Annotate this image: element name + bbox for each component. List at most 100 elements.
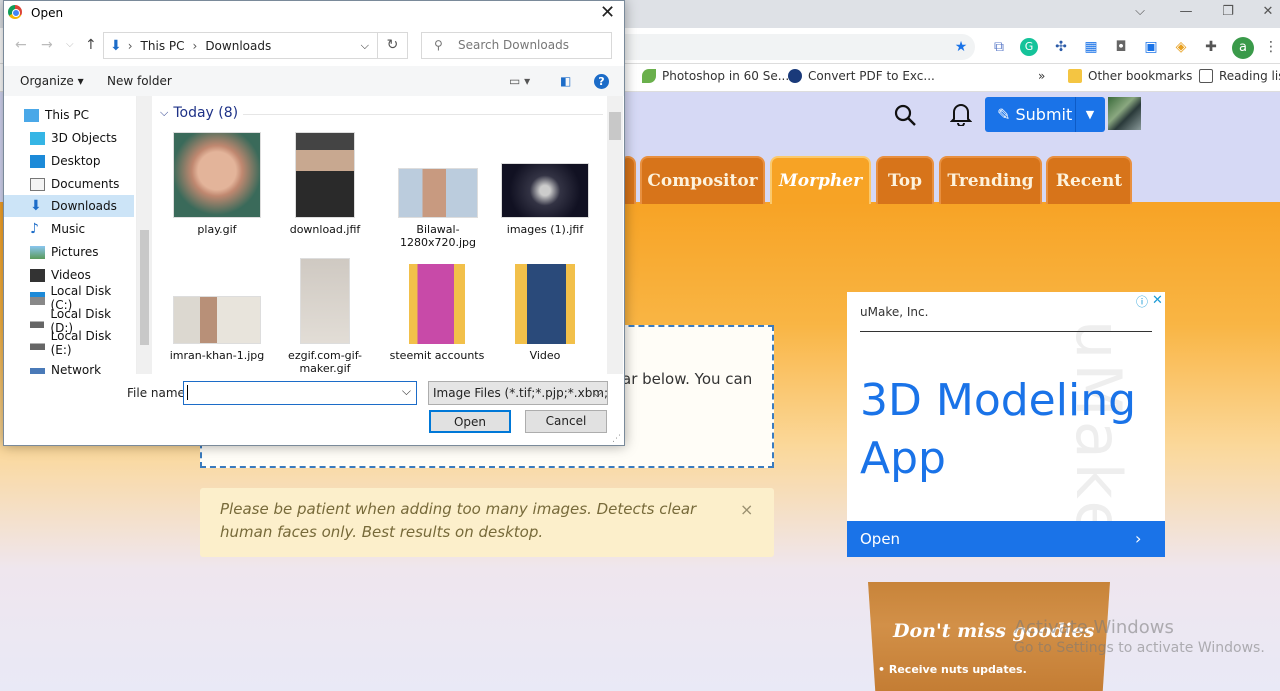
nav-item-downloads[interactable]: ⬇ Downloads [4,195,134,217]
submit-label: ✎ Submit [997,105,1073,124]
file-imran-khan-jpg[interactable]: imran-khan-1.jpg [168,296,266,374]
user-avatar[interactable] [1108,97,1141,130]
refresh-icon[interactable]: ↻ [378,32,408,59]
nav-item-desktop[interactable]: Desktop [4,150,134,172]
file-thumbnail [173,296,261,344]
profile-avatar[interactable]: a [1232,37,1254,59]
notice-close-icon[interactable]: × [740,500,753,519]
bookmark-photoshop[interactable]: Photoshop in 60 Se... [642,69,789,83]
nav-item-pictures[interactable]: Pictures [4,241,134,263]
help-icon[interactable]: ? [594,74,609,89]
file-thumbnail [173,132,261,218]
bell-icon[interactable] [950,102,972,126]
search-downloads-input[interactable]: ⚲ Search Downloads [421,32,612,59]
leaf-icon [642,69,656,83]
dialog-title: Open [31,6,64,20]
bookmark-reading-list[interactable]: Reading list [1199,69,1280,83]
view-options-icon[interactable]: ▭ ▾ [509,74,530,88]
nav-item-documents[interactable]: Documents [4,173,134,195]
nav-item-local-disk-c[interactable]: Local Disk (C:) [4,284,134,312]
file-bilawal-jpg[interactable]: Bilawal-1280x720.jpg [388,168,488,249]
chevron-down-icon[interactable]: ⌵ [361,39,369,53]
file-images-1-jfif[interactable]: images (1).jfif [496,163,594,236]
file-play-gif[interactable]: play.gif [168,132,266,236]
drop-zone-text: ar below. You can [622,370,753,388]
file-type-select[interactable]: Image Files (*.tif;*.pjp;*.xbm;*.jxl; [428,381,608,405]
translate-icon[interactable]: ⧉ [990,38,1008,56]
windows-drive-icon [30,291,45,305]
tab-morpher[interactable]: Morpher [770,156,871,204]
chrome-logo-icon [8,5,22,19]
browser-page: ⌵ — ❐ ✕ ★ ⧉ G ✣ ▦ ◘ ▣ ◈ ✚ a ⋮ Photoshop … [0,0,1280,691]
breadcrumb-downloads[interactable]: Downloads [205,39,271,53]
ad-headline[interactable]: 3D Modeling App [860,372,1150,488]
file-download-jfif[interactable]: download.jfif [276,132,374,236]
camera-icon[interactable]: ◘ [1112,38,1130,56]
text-caret [187,385,188,400]
window-close-icon[interactable]: ✕ [1258,4,1278,22]
nav-item-this-pc[interactable]: This PC [4,104,134,126]
color-picker-icon[interactable]: ◈ [1172,38,1190,56]
nav-item-3d-objects[interactable]: 3D Objects [4,127,134,149]
organize-button[interactable]: Organize ▾ [20,74,84,88]
more-bookmarks-chevron[interactable]: » [1038,69,1045,83]
notice-text: Please be patient when adding too many i… [220,500,697,541]
pen-icon: ✎ [997,105,1011,124]
tab-search-icon[interactable]: ⌵ [1130,4,1150,22]
extension-icon[interactable]: ✣ [1052,38,1070,56]
preview-pane-icon[interactable]: ◧ [560,74,571,88]
ad-close-icon[interactable]: ✕ [1152,293,1163,308]
file-name-input[interactable] [183,381,417,405]
forward-arrow-icon[interactable]: → [41,37,53,53]
search-icon: ⚲ [434,38,443,52]
dialog-close-icon[interactable]: ✕ [600,2,615,23]
address-bar[interactable] [620,34,975,60]
restore-icon[interactable]: ❐ [1218,4,1238,22]
tab-compositor[interactable]: Compositor [640,156,765,204]
back-arrow-icon[interactable]: ← [15,37,27,53]
open-button[interactable]: Open [429,410,511,433]
folder-video[interactable]: Video [496,264,594,362]
ad-open-button[interactable]: Open [847,521,1165,557]
tab-trending[interactable]: Trending [939,156,1042,204]
search-icon[interactable] [893,103,917,127]
chevron-down-icon[interactable]: ▼ [1076,108,1104,121]
tab-recent[interactable]: Recent [1046,156,1132,204]
apps-extension-icon[interactable]: ▦ [1082,38,1100,56]
submit-button[interactable]: ✎ Submit ▼ [985,97,1105,132]
up-arrow-icon[interactable]: ↑ [85,37,97,53]
folder-steemit-accounts[interactable]: steemit accounts [388,264,486,362]
bookmark-star-icon[interactable]: ★ [952,38,970,56]
file-ezgif-gif[interactable]: ezgif.com-gif-maker.gif [276,258,374,374]
bookmark-convert-pdf[interactable]: Convert PDF to Exc... [788,69,935,83]
cancel-button[interactable]: Cancel [525,410,607,433]
breadcrumb-this-pc[interactable]: This PC [141,39,185,53]
ad-info-icon[interactable]: ⓘ [1136,293,1148,310]
nav-item-local-disk-e[interactable]: Local Disk (E:) [4,329,134,357]
folder-icon [1068,69,1082,83]
desktop-icon [30,154,45,168]
resize-grip-icon[interactable]: ⋰ [612,434,621,444]
extensions-puzzle-icon[interactable]: ✚ [1202,38,1220,56]
address-breadcrumb[interactable]: ⬇ › This PC › Downloads ⌵ [103,32,378,59]
chrome-menu-icon[interactable]: ⋮ [1262,38,1280,56]
nav-item-videos[interactable]: Videos [4,264,134,286]
bookmark-other[interactable]: Other bookmarks [1068,69,1192,83]
group-header-today[interactable]: ⌵ Today (8) [160,105,238,121]
file-thumbnail [501,163,589,218]
nav-item-network[interactable]: Network [4,360,134,374]
chevron-right-icon: › [1135,529,1142,548]
recent-locations-icon[interactable]: ⌵ [66,39,74,50]
grammarly-icon[interactable]: G [1020,38,1038,56]
ad-brand: uMake, Inc. [860,305,929,319]
screen-capture-icon[interactable]: ▣ [1142,38,1160,56]
tab-top[interactable]: Top [876,156,934,204]
minimize-icon[interactable]: — [1176,4,1196,22]
nav-scrollbar-thumb[interactable] [140,230,149,345]
picture-icon [30,245,45,259]
nav-item-music[interactable]: ♪ Music [4,218,134,240]
new-folder-button[interactable]: New folder [107,74,172,88]
reading-list-icon [1199,69,1213,83]
content-scrollbar-thumb[interactable] [609,112,621,140]
download-arrow-icon: ⬇ [30,197,42,214]
